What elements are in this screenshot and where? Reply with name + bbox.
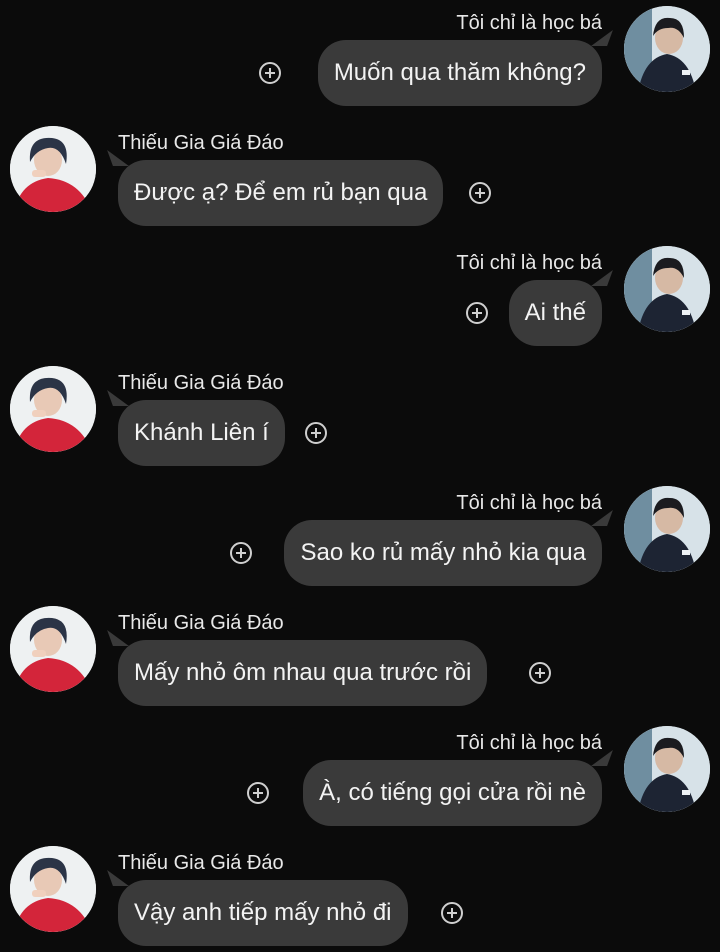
avatar[interactable] (10, 366, 96, 452)
avatar[interactable] (10, 126, 96, 212)
add-reaction-icon[interactable] (466, 302, 488, 324)
avatar[interactable] (624, 6, 710, 92)
message-bubble[interactable]: Khánh Liên í (118, 400, 285, 466)
add-reaction-icon[interactable] (529, 662, 551, 684)
avatar[interactable] (624, 246, 710, 332)
message-bubble[interactable]: Muốn qua thăm không? (317, 40, 602, 106)
sender-name: Thiếu Gia Giá Đáo (118, 852, 284, 874)
add-reaction-icon[interactable] (259, 62, 281, 84)
avatar[interactable] (10, 846, 96, 932)
add-reaction-icon[interactable] (469, 182, 491, 204)
avatar[interactable] (624, 486, 710, 572)
sender-name: Tôi chỉ là học bá (456, 12, 602, 34)
avatar-dark-suit-icon (624, 486, 710, 572)
sender-name: Tôi chỉ là học bá (456, 732, 602, 754)
avatar-dark-suit-icon (624, 726, 710, 812)
sender-name: Tôi chỉ là học bá (456, 492, 602, 514)
avatar[interactable] (624, 726, 710, 812)
sender-name: Thiếu Gia Giá Đáo (118, 612, 284, 634)
add-reaction-icon[interactable] (247, 782, 269, 804)
message-bubble[interactable]: À, có tiếng gọi cửa rồi nè (303, 760, 602, 826)
avatar-dark-suit-icon (624, 6, 710, 92)
message-bubble[interactable]: Được ạ? Để em rủ bạn qua (118, 160, 444, 226)
avatar-red-shirt-icon (10, 366, 96, 452)
avatar-red-shirt-icon (10, 846, 96, 932)
message-bubble[interactable]: Mấy nhỏ ôm nhau qua trước rồi (118, 640, 488, 706)
add-reaction-icon[interactable] (230, 542, 252, 564)
message-bubble[interactable]: Ai thế (508, 280, 602, 346)
sender-name: Tôi chỉ là học bá (456, 252, 602, 274)
sender-name: Thiếu Gia Giá Đáo (118, 132, 284, 154)
message-bubble[interactable]: Sao ko rủ mấy nhỏ kia qua (284, 520, 602, 586)
avatar-red-shirt-icon (10, 126, 96, 212)
add-reaction-icon[interactable] (441, 902, 463, 924)
avatar-red-shirt-icon (10, 606, 96, 692)
avatar-dark-suit-icon (624, 246, 710, 332)
message-bubble[interactable]: Vậy anh tiếp mấy nhỏ đi (118, 880, 408, 946)
add-reaction-icon[interactable] (305, 422, 327, 444)
avatar[interactable] (10, 606, 96, 692)
sender-name: Thiếu Gia Giá Đáo (118, 372, 284, 394)
